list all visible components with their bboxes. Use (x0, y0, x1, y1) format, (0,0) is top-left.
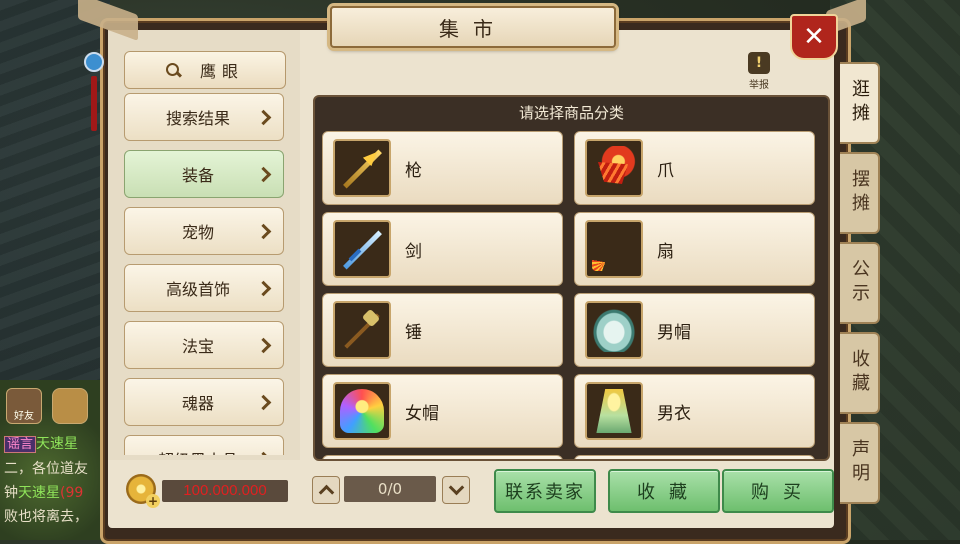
goods-name: 爪 (657, 160, 674, 181)
tab-statement[interactable]: 声明 (840, 422, 880, 504)
category-item-black-crystal[interactable]: 超级黑水晶 (124, 435, 284, 455)
category-label: 高级首饰 (165, 280, 230, 299)
female-hat-icon (340, 389, 384, 433)
category-item-jewelry[interactable]: 高级首饰 (124, 264, 284, 312)
category-label: 魂器 (181, 394, 214, 413)
social-icons: 好友 (6, 388, 88, 424)
tab-public-notice[interactable]: 公示 (840, 242, 880, 324)
item-slot (333, 301, 391, 359)
bottom-bar: + 100.000.000 0/0 联系卖家 收藏 购买 (108, 460, 834, 520)
side-tab-bar: 逛摊 摆摊 公示 收藏 声明 (840, 62, 880, 512)
search-icon (165, 63, 180, 77)
chat-line: 钟天速星(99 (4, 481, 114, 505)
chat-log[interactable]: 谣言 天速星 二，各位道友 钟天速星(99 败也将离去， (4, 432, 114, 529)
item-slot (585, 139, 643, 197)
goods-name: 扇 (657, 241, 674, 262)
goods-name: 锤 (405, 322, 422, 343)
tab-set-up-stall[interactable]: 摆摊 (840, 152, 880, 234)
item-slot (585, 301, 643, 359)
item-slot (333, 220, 391, 278)
goods-card-male-hat[interactable]: 男帽 (574, 293, 815, 367)
page-up-button[interactable] (312, 476, 340, 504)
chat-line: 二，各位道友 (4, 461, 88, 477)
category-label: 超级黑水晶 (158, 447, 238, 455)
chevron-right-icon (255, 451, 272, 455)
item-slot (585, 382, 643, 440)
chat-player-name[interactable]: 天速星 (18, 485, 60, 501)
male-hat-icon (592, 308, 636, 352)
goods-card-fan[interactable]: 扇 (574, 212, 815, 286)
goods-name: 枪 (405, 160, 422, 181)
goods-name: 男帽 (657, 322, 691, 343)
chevron-right-icon (255, 394, 272, 411)
goods-card-hammer[interactable]: 锤 (322, 293, 563, 367)
coin-icon[interactable]: + (126, 474, 160, 508)
item-slot (585, 220, 643, 278)
goods-card-female-hat[interactable]: 女帽 (322, 374, 563, 448)
goods-card-sword[interactable]: 剑 (322, 212, 563, 286)
goods-card-male-robe[interactable]: 男衣 (574, 374, 815, 448)
category-label: 装备 (181, 166, 214, 185)
friends-label: 好友 (14, 411, 34, 422)
chevron-down-icon (448, 479, 465, 496)
goods-name: 剑 (405, 241, 422, 262)
hammer-icon (340, 308, 384, 352)
item-slot (333, 139, 391, 197)
goods-name: 男衣 (657, 403, 691, 424)
sword-icon (340, 227, 384, 271)
tab-browse-stalls[interactable]: 逛摊 (840, 62, 880, 144)
report-label: 举报 (749, 80, 769, 91)
category-label: 搜索结果 (165, 109, 230, 128)
fan-icon (592, 227, 636, 271)
item-slot (333, 382, 391, 440)
category-item-pets[interactable]: 宠物 (124, 207, 284, 255)
page-indicator: 0/0 (344, 476, 436, 502)
rumor-tag: 谣言 (4, 436, 37, 453)
friends-button[interactable]: 好友 (6, 388, 42, 424)
report-button[interactable]: ! 举报 (744, 52, 774, 91)
favorite-button[interactable]: 收藏 (608, 469, 720, 513)
male-robe-icon (596, 389, 632, 433)
chevron-right-icon (255, 280, 272, 297)
plus-icon: + (146, 494, 160, 508)
chat-player-name[interactable]: 天速星 (36, 436, 78, 452)
contact-seller-button[interactable]: 联系卖家 (494, 469, 596, 513)
category-label: 宠物 (181, 223, 214, 242)
page-title: 集市 (330, 6, 616, 48)
page-down-button[interactable] (442, 476, 470, 504)
chat-bubble-icon[interactable] (52, 388, 88, 424)
goods-name: 女帽 (405, 403, 439, 424)
chevron-right-icon (255, 109, 272, 126)
chat-line: 败也将离去， (4, 509, 88, 525)
tab-favorites[interactable]: 收藏 (840, 332, 880, 414)
money-balance: 100.000.000 (162, 480, 288, 502)
category-item-soul-vessels[interactable]: 魂器 (124, 378, 284, 426)
spear-icon (340, 146, 384, 190)
eagle-eye-search-button[interactable]: 鹰眼 (124, 51, 286, 89)
chevron-right-icon (255, 223, 272, 240)
category-list[interactable]: 搜索结果 装备 宠物 高级首饰 法宝 魂器 超级黑水晶 (124, 93, 284, 455)
category-item-equipment[interactable]: 装备 (124, 150, 284, 198)
category-label: 法宝 (181, 337, 214, 356)
chat-line: 谣言 天速星 (4, 432, 114, 457)
goods-header: 请选择商品分类 (518, 104, 624, 122)
chevron-right-icon (255, 337, 272, 354)
warning-icon: ! (748, 52, 770, 74)
goods-card-spear[interactable]: 枪 (322, 131, 563, 205)
chat-text: 钟 (4, 485, 18, 501)
category-item-search-results[interactable]: 搜索结果 (124, 93, 284, 141)
close-button[interactable]: ✕ (790, 14, 838, 60)
buy-button[interactable]: 购买 (722, 469, 834, 513)
chat-text: (99 (60, 485, 84, 501)
goods-category-grid[interactable]: 请选择商品分类 枪 爪 剑 扇 锤 男帽 女帽 男衣 (313, 95, 830, 461)
chevron-up-icon (318, 484, 335, 501)
claw-icon (592, 146, 636, 190)
category-item-treasures[interactable]: 法宝 (124, 321, 284, 369)
chevron-right-icon (255, 166, 272, 183)
jade-pendant-ornament (84, 38, 104, 138)
search-label: 鹰眼 (199, 62, 244, 81)
goods-card-claw[interactable]: 爪 (574, 131, 815, 205)
